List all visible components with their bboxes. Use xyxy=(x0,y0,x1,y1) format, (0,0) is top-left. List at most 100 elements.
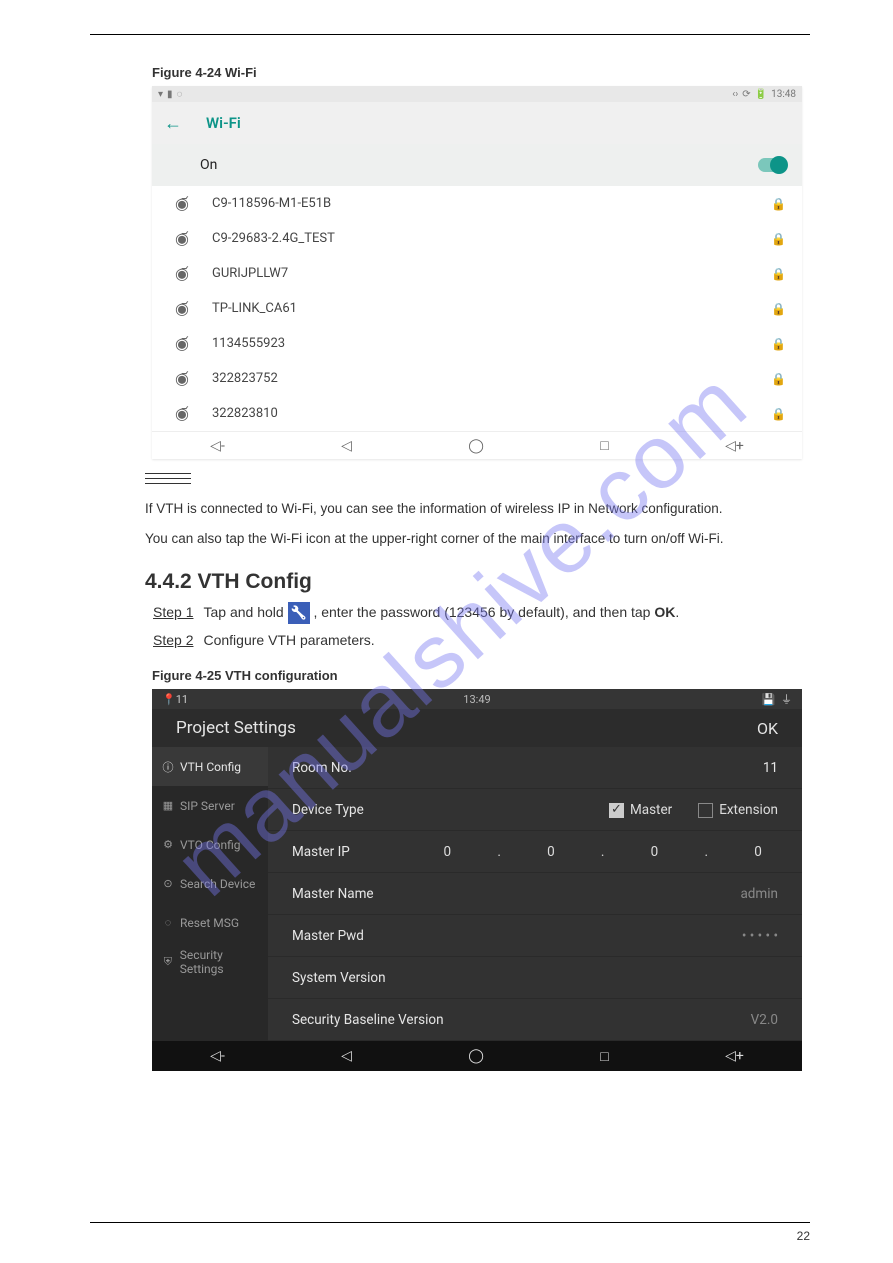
wifi-signal-icon: ◉᷄ xyxy=(168,369,196,388)
screenshot-project-settings: 📍11 13:49 💾 ⏚ Project Settings OK ⓘ VTH … xyxy=(152,689,802,1071)
wifi-toggle[interactable] xyxy=(758,158,786,172)
sidebar-label: VTH Config xyxy=(180,760,241,774)
nav-vol-down-icon[interactable]: ◁- xyxy=(210,1048,225,1064)
nav-back-icon[interactable]: ◁ xyxy=(341,438,352,454)
row-security-baseline: Security Baseline Version V2.0 xyxy=(268,999,802,1041)
ip-octet[interactable]: 0 xyxy=(427,844,467,860)
battery-icon: ▮ xyxy=(167,89,173,100)
wifi-on-row[interactable]: On xyxy=(152,144,802,186)
wifi-network-name: 322823810 xyxy=(196,406,771,421)
master-label: Master xyxy=(630,802,672,818)
step-1: Step 1 Tap and hold , enter the password… xyxy=(153,602,795,624)
wifi-network-row[interactable]: ◉᷄ C9-29683-2.4G_TEST 🔒 xyxy=(152,221,802,256)
status-time: 13:49 xyxy=(463,693,490,706)
note-icon xyxy=(145,473,191,484)
row-room-no[interactable]: Room No. 11 xyxy=(268,747,802,789)
section-heading: 4.4.2 VTH Config xyxy=(145,570,795,594)
sidebar-item-search-device[interactable]: ⊙ Search Device xyxy=(152,864,268,903)
misc-icon: ⟳ xyxy=(742,89,750,100)
save-icon: 💾 xyxy=(762,693,776,706)
wifi-network-row[interactable]: ◉᷄ GURIJPLLW7 🔒 xyxy=(152,256,802,291)
checkbox-icon xyxy=(698,803,713,818)
android-navbar: ◁- ◁ ◯ □ ◁+ xyxy=(152,1041,802,1071)
back-arrow-icon[interactable]: ← xyxy=(164,113,182,134)
sidebar-item-sip-server[interactable]: ▦ SIP Server xyxy=(152,786,268,825)
status-time: 13:48 xyxy=(771,89,796,100)
nav-back-icon[interactable]: ◁ xyxy=(341,1048,352,1064)
master-pwd-label: Master Pwd xyxy=(292,928,364,944)
wifi-network-row[interactable]: ◉᷄ 322823752 🔒 xyxy=(152,361,802,396)
sidebar: ⓘ VTH Config ▦ SIP Server ⚙ VTO Config ⊙… xyxy=(152,747,268,1041)
ip-octet[interactable]: 0 xyxy=(634,844,674,860)
master-pwd-value: • • • • • xyxy=(742,928,778,944)
lock-icon: 🔒 xyxy=(771,197,786,211)
sidebar-item-reset-msg[interactable]: ◌ Reset MSG xyxy=(152,903,268,942)
row-master-ip[interactable]: Master IP 0. 0. 0. 0 xyxy=(268,831,802,873)
nav-home-icon[interactable]: ◯ xyxy=(468,438,484,454)
ip-octet[interactable]: 0 xyxy=(738,844,778,860)
ip-octet[interactable]: 0 xyxy=(531,844,571,860)
shield-icon: ⛨ xyxy=(162,955,174,969)
nav-vol-up-icon[interactable]: ◁+ xyxy=(725,1048,744,1064)
wifi-signal-icon: ◉᷄ xyxy=(168,194,196,213)
wifi-network-row[interactable]: ◉᷄ 1134555923 🔒 xyxy=(152,326,802,361)
step-1-text-after: , enter the password (123456 by default)… xyxy=(313,604,654,620)
sidebar-label: SIP Server xyxy=(180,799,235,813)
note-line-2: You can also tap the Wi-Fi icon at the u… xyxy=(145,529,795,549)
nav-vol-up-icon[interactable]: ◁+ xyxy=(725,438,744,454)
master-name-label: Master Name xyxy=(292,886,374,902)
info-icon: ⓘ xyxy=(162,759,174,775)
wifi-network-name: C9-118596-M1-E51B xyxy=(196,196,771,211)
settings-panel: Room No. 11 Device Type Master Extension… xyxy=(268,747,802,1041)
code-icon: ‹› xyxy=(732,89,738,100)
wifi-icon: ▾ xyxy=(158,89,163,100)
battery-icon: 🔋 xyxy=(755,89,767,100)
security-baseline-value: V2.0 xyxy=(751,1012,778,1028)
nav-recent-icon[interactable]: □ xyxy=(600,1048,608,1065)
wifi-network-name: C9-29683-2.4G_TEST xyxy=(196,231,771,246)
sidebar-label: Search Device xyxy=(180,877,255,891)
master-name-value: admin xyxy=(740,886,778,902)
figure1-caption: Figure 4-24 Wi-Fi xyxy=(152,65,810,80)
wifi-title: Wi-Fi xyxy=(206,114,241,132)
checkbox-extension[interactable]: Extension xyxy=(698,802,778,818)
ok-button[interactable]: OK xyxy=(757,719,778,738)
note-block: If VTH is connected to Wi-Fi, you can se… xyxy=(145,471,795,652)
sidebar-item-security-settings[interactable]: ⛨ Security Settings xyxy=(152,942,268,981)
checkbox-icon xyxy=(609,803,624,818)
status-location: 11 xyxy=(176,693,188,706)
wifi-signal-icon: ◉᷄ xyxy=(168,299,196,318)
wifi-network-row[interactable]: ◉᷄ TP-LINK_CA61 🔒 xyxy=(152,291,802,326)
nav-home-icon[interactable]: ◯ xyxy=(468,1048,484,1064)
page-footer: 22 xyxy=(90,1222,810,1243)
status-bar: ▾ ▮ ◌ ‹› ⟳ 🔋 13:48 xyxy=(152,86,802,102)
wifi-network-row[interactable]: ◉᷄ C9-118596-M1-E51B 🔒 xyxy=(152,186,802,221)
lock-icon: 🔒 xyxy=(771,267,786,281)
extension-label: Extension xyxy=(719,802,778,818)
reset-icon: ◌ xyxy=(162,916,174,929)
step-1-text-before: Tap and hold xyxy=(203,604,287,620)
sidebar-item-vth-config[interactable]: ⓘ VTH Config xyxy=(152,747,268,786)
wifi-signal-icon: ◉᷄ xyxy=(168,229,196,248)
wifi-network-name: 1134555923 xyxy=(196,336,771,351)
wifi-network-name: 322823752 xyxy=(196,371,771,386)
status-bar: 📍11 13:49 💾 ⏚ xyxy=(152,689,802,709)
sidebar-item-vto-config[interactable]: ⚙ VTO Config xyxy=(152,825,268,864)
page-running-header xyxy=(90,16,810,35)
nav-recent-icon[interactable]: □ xyxy=(600,437,608,454)
nav-vol-down-icon[interactable]: ◁- xyxy=(210,438,225,454)
row-device-type: Device Type Master Extension xyxy=(268,789,802,831)
room-no-value: 11 xyxy=(763,760,778,776)
step-2-label: Step 2 xyxy=(153,630,193,652)
row-system-version: System Version xyxy=(268,957,802,999)
wifi-signal-icon: ◉᷄ xyxy=(168,404,196,423)
sidebar-label: Security Settings xyxy=(180,948,268,976)
row-master-pwd[interactable]: Master Pwd • • • • • xyxy=(268,915,802,957)
network-icon: ⏚ xyxy=(781,693,792,706)
row-master-name[interactable]: Master Name admin xyxy=(268,873,802,915)
sidebar-label: Reset MSG xyxy=(180,916,239,930)
lock-icon: 🔒 xyxy=(771,232,786,246)
wifi-network-row[interactable]: ◉᷄ 322823810 🔒 xyxy=(152,396,802,431)
checkbox-master[interactable]: Master xyxy=(609,802,672,818)
footer-right: 22 xyxy=(797,1229,810,1243)
